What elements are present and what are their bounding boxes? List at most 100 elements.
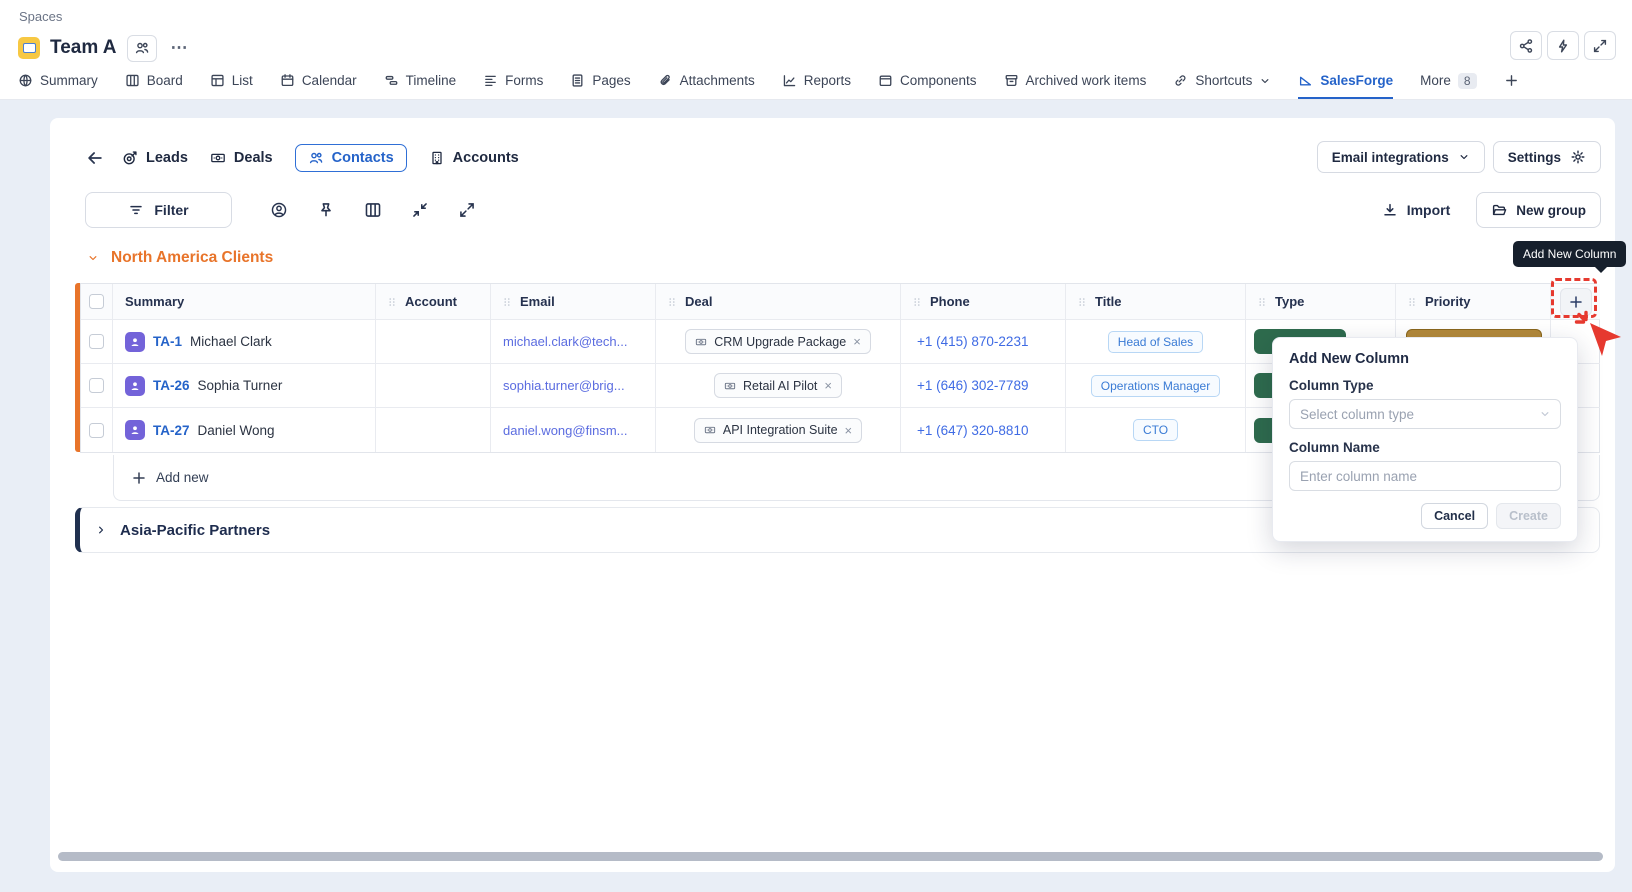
tab-more[interactable]: More8: [1420, 66, 1476, 99]
import-button[interactable]: Import: [1382, 202, 1451, 218]
paperclip-icon: [658, 73, 673, 88]
contact-name[interactable]: Sophia Turner: [198, 378, 283, 393]
column-header-summary[interactable]: Summary: [113, 284, 376, 320]
column-header-type[interactable]: Type: [1246, 284, 1396, 320]
add-tab-button[interactable]: [1504, 66, 1519, 99]
contact-name[interactable]: Daniel Wong: [198, 423, 275, 438]
drag-handle-icon[interactable]: [1076, 296, 1088, 308]
phone-link[interactable]: +1 (647) 320-8810: [917, 423, 1028, 438]
account-cell[interactable]: [376, 320, 491, 364]
column-header-email[interactable]: Email: [491, 284, 656, 320]
filter-button[interactable]: Filter: [85, 192, 232, 228]
pages-icon: [570, 73, 585, 88]
drag-handle-icon[interactable]: [386, 296, 398, 308]
tab-forms[interactable]: Forms: [483, 66, 543, 99]
tab-pages[interactable]: Pages: [570, 66, 630, 99]
phone-link[interactable]: +1 (646) 302-7789: [917, 378, 1028, 393]
deal-chip[interactable]: API Integration Suite×: [694, 418, 862, 443]
email-integrations-button[interactable]: Email integrations: [1317, 141, 1485, 173]
tab-timeline[interactable]: Timeline: [384, 66, 457, 99]
work-item-id[interactable]: TA-27: [153, 423, 190, 438]
space-members-button[interactable]: [127, 35, 157, 62]
tab-reports[interactable]: Reports: [782, 66, 851, 99]
assignee-filter-button[interactable]: [270, 201, 288, 219]
automation-button[interactable]: [1547, 31, 1579, 60]
chevron-down-icon: [1458, 151, 1470, 163]
new-group-button[interactable]: New group: [1476, 192, 1601, 228]
tab-components[interactable]: Components: [878, 66, 977, 99]
column-type-label: Column Type: [1289, 378, 1561, 393]
horizontal-scrollbar[interactable]: [58, 852, 1603, 861]
cancel-button[interactable]: Cancel: [1421, 503, 1488, 529]
pin-icon: [317, 201, 335, 219]
column-header-account[interactable]: Account: [376, 284, 491, 320]
columns-button[interactable]: [364, 201, 382, 219]
account-cell[interactable]: [376, 408, 491, 452]
settings-button[interactable]: Settings: [1493, 141, 1601, 173]
tab-calendar[interactable]: Calendar: [280, 66, 357, 99]
column-header-phone[interactable]: Phone: [901, 284, 1066, 320]
remove-deal-icon[interactable]: ×: [824, 378, 832, 393]
column-type-select[interactable]: Select column type: [1289, 399, 1561, 429]
table-header-row: Summary Account Email Deal Phone Title T…: [81, 284, 1599, 320]
contact-type-icon: [125, 332, 145, 352]
drag-handle-icon[interactable]: [911, 296, 923, 308]
select-all-checkbox[interactable]: [89, 294, 104, 309]
add-column-button[interactable]: [1560, 288, 1592, 316]
add-column-tooltip: Add New Column: [1513, 241, 1626, 267]
tab-archived-work-items[interactable]: Archived work items: [1004, 66, 1147, 99]
pin-button[interactable]: [317, 201, 335, 219]
remove-deal-icon[interactable]: ×: [845, 423, 853, 438]
money-icon: [704, 424, 716, 436]
work-item-id[interactable]: TA-26: [153, 378, 190, 393]
drag-handle-icon[interactable]: [666, 296, 678, 308]
column-header-title[interactable]: Title: [1066, 284, 1246, 320]
email-link[interactable]: sophia.turner@brig...: [503, 378, 625, 393]
nav-contacts[interactable]: Contacts: [295, 144, 407, 172]
row-checkbox[interactable]: [89, 334, 104, 349]
column-name-input[interactable]: [1289, 461, 1561, 491]
tab-list[interactable]: List: [210, 66, 253, 99]
phone-link[interactable]: +1 (415) 870-2231: [917, 334, 1028, 349]
group-title: North America Clients: [111, 249, 273, 267]
more-count-badge: 8: [1458, 73, 1477, 89]
nav-accounts[interactable]: Accounts: [429, 150, 519, 166]
space-more-button[interactable]: ⋯: [171, 38, 190, 58]
work-item-id[interactable]: TA-1: [153, 334, 182, 349]
drag-handle-icon[interactable]: [501, 296, 513, 308]
column-header-deal[interactable]: Deal: [656, 284, 901, 320]
account-cell[interactable]: [376, 364, 491, 408]
row-checkbox[interactable]: [89, 423, 104, 438]
deal-chip[interactable]: Retail AI Pilot×: [714, 373, 842, 398]
tab-salesforge[interactable]: SalesForge: [1298, 66, 1393, 99]
tab-board[interactable]: Board: [125, 66, 183, 99]
row-checkbox[interactable]: [89, 378, 104, 393]
email-link[interactable]: daniel.wong@finsm...: [503, 423, 627, 438]
group-header-north-america[interactable]: North America Clients: [87, 249, 273, 267]
title-badge: Head of Sales: [1108, 331, 1203, 353]
nav-deals[interactable]: Deals: [210, 150, 273, 166]
fullscreen-button[interactable]: [1584, 31, 1616, 60]
chevron-right-icon: [95, 524, 107, 536]
back-button[interactable]: [80, 143, 110, 173]
drag-handle-icon[interactable]: [1406, 296, 1418, 308]
collapse-all-button[interactable]: [411, 201, 429, 219]
expand-all-button[interactable]: [458, 201, 476, 219]
add-column-popup: Add New Column Column Type Select column…: [1272, 337, 1578, 542]
deal-chip[interactable]: CRM Upgrade Package×: [685, 329, 871, 354]
gear-icon: [1570, 149, 1586, 165]
page: Spaces Team A ⋯ Summary Board List Calen…: [0, 0, 1632, 892]
chevron-down-icon: [1539, 408, 1551, 420]
tab-shortcuts[interactable]: Shortcuts: [1173, 66, 1271, 99]
column-header-priority[interactable]: Priority: [1396, 284, 1551, 320]
breadcrumb[interactable]: Spaces: [19, 9, 62, 24]
drag-handle-icon[interactable]: [1256, 296, 1268, 308]
contact-name[interactable]: Michael Clark: [190, 334, 272, 349]
nav-leads[interactable]: Leads: [122, 150, 188, 166]
email-link[interactable]: michael.clark@tech...: [503, 334, 627, 349]
box-icon: [878, 73, 893, 88]
tab-attachments[interactable]: Attachments: [658, 66, 755, 99]
remove-deal-icon[interactable]: ×: [853, 334, 861, 349]
share-button[interactable]: [1510, 31, 1542, 60]
tab-summary[interactable]: Summary: [18, 66, 98, 99]
